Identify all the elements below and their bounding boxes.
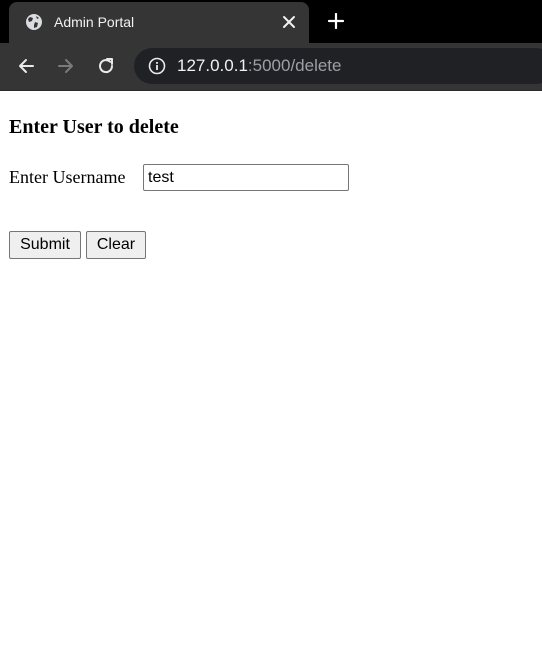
tab-admin-portal[interactable]: Admin Portal bbox=[9, 2, 309, 43]
url-path: :5000/delete bbox=[247, 56, 342, 75]
globe-icon bbox=[26, 14, 42, 30]
submit-button[interactable]: Submit bbox=[9, 231, 81, 259]
clear-button[interactable]: Clear bbox=[86, 231, 146, 259]
page-heading: Enter User to delete bbox=[9, 116, 179, 138]
url-text: 127.0.0.1:5000/delete bbox=[177, 56, 342, 76]
back-arrow-icon[interactable] bbox=[16, 56, 36, 76]
browser-window: Admin Portal 127.0.0.1:5000/delete Enter… bbox=[0, 0, 542, 660]
close-icon[interactable] bbox=[281, 14, 297, 30]
plus-icon[interactable] bbox=[327, 12, 345, 30]
username-input[interactable] bbox=[143, 164, 349, 191]
browser-toolbar: 127.0.0.1:5000/delete bbox=[0, 43, 542, 91]
tab-title: Admin Portal bbox=[54, 14, 135, 30]
reload-icon[interactable] bbox=[96, 56, 116, 76]
info-icon[interactable] bbox=[148, 57, 166, 75]
username-label: Enter Username bbox=[9, 167, 126, 187]
tab-strip: Admin Portal bbox=[0, 0, 542, 43]
forward-arrow-icon[interactable] bbox=[56, 56, 76, 76]
url-host: 127.0.0.1 bbox=[177, 56, 248, 75]
address-bar[interactable]: 127.0.0.1:5000/delete bbox=[134, 48, 542, 84]
page-content: Enter User to delete Enter Username Subm… bbox=[0, 91, 542, 660]
